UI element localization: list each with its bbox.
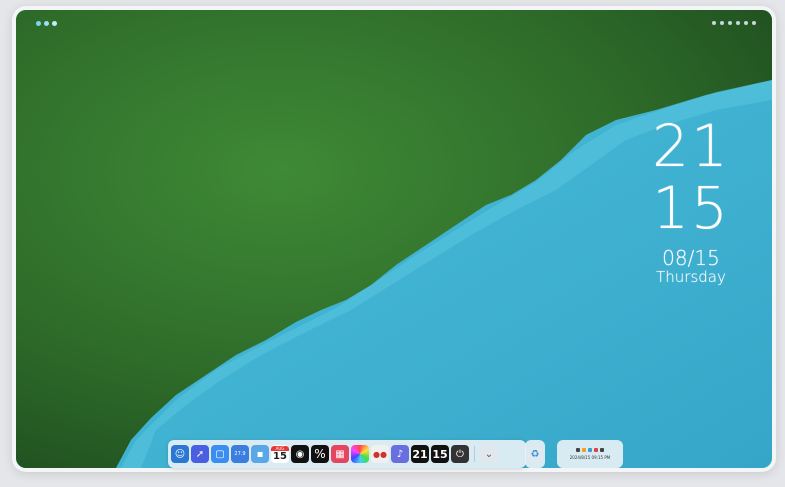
status-icon: [588, 448, 592, 452]
status-dot-icon: [736, 21, 740, 25]
window-icon[interactable]: ▢: [211, 445, 229, 463]
power-icon[interactable]: ⏻: [451, 445, 469, 463]
status-dot-icon: [752, 21, 756, 25]
status-icon: [600, 448, 604, 452]
status-dot-icon: [728, 21, 732, 25]
control-dot-icon[interactable]: [52, 21, 57, 26]
status-dot-icon: [720, 21, 724, 25]
minute-icon[interactable]: 15: [431, 445, 449, 463]
control-dot-icon[interactable]: [36, 21, 41, 26]
dock-divider: [474, 446, 475, 462]
hour-icon[interactable]: 21: [411, 445, 429, 463]
dock: ☺ ➚ ▢ 27.9 ▪ AUG 15 ◉ % ▦ ●● ♪ 21 15 ⏻ ⌄: [168, 440, 526, 468]
calendar-day: 15: [273, 450, 287, 462]
status-icon: [576, 448, 580, 452]
clock-minute: 15: [652, 174, 730, 242]
status-icon: [594, 448, 598, 452]
window-controls: [36, 21, 57, 26]
percent-icon[interactable]: %: [311, 445, 329, 463]
color-wheel-icon[interactable]: [351, 445, 369, 463]
status-area[interactable]: 2024/8/15 09:15 PM: [557, 440, 623, 468]
status-datetime: 2024/8/15 09:15 PM: [569, 455, 611, 460]
dock-hour: 21: [412, 447, 428, 461]
finder-icon[interactable]: ☺: [171, 445, 189, 463]
volume-icon[interactable]: ♪: [391, 445, 409, 463]
clock-date: 08/15: [662, 246, 720, 270]
desktop-screen: 21 15 08/15 Thursday: [16, 10, 772, 468]
grid-icon[interactable]: ▦: [331, 445, 349, 463]
clock-hour: 21: [652, 112, 730, 180]
status-dot-icon: [744, 21, 748, 25]
recycle-icon[interactable]: ♻: [527, 446, 543, 462]
rocket-icon[interactable]: ➚: [191, 445, 209, 463]
weather-temp: 27.9: [234, 451, 246, 457]
control-dot-icon[interactable]: [44, 21, 49, 26]
eyes-icon[interactable]: ◉: [291, 445, 309, 463]
recycle-tray[interactable]: ♻: [525, 440, 545, 468]
control-icon[interactable]: ●●: [371, 445, 389, 463]
status-dots: [712, 21, 756, 25]
dock-minute: 15: [432, 447, 448, 461]
chevron-down-icon[interactable]: ⌄: [480, 445, 498, 463]
clock-weekday: Thursday: [656, 268, 726, 286]
app-icon[interactable]: ▪: [251, 445, 269, 463]
weather-icon[interactable]: 27.9: [231, 445, 249, 463]
status-icon: [582, 448, 586, 452]
status-icons: [576, 448, 604, 452]
desktop-clock-widget: 21 15 08/15 Thursday: [616, 115, 766, 285]
status-dot-icon: [712, 21, 716, 25]
calendar-icon[interactable]: AUG 15: [271, 445, 289, 463]
